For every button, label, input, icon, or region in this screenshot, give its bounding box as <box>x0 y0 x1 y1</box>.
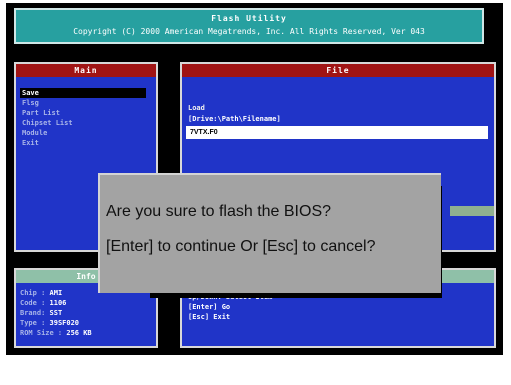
info-value: 39SF020 <box>49 319 80 327</box>
info-value: 1106 <box>49 299 67 307</box>
filename-input[interactable] <box>186 126 488 139</box>
dialog-question: Are you sure to flash the BIOS? <box>106 203 332 220</box>
key-help-enter: [Enter] Go <box>188 303 231 311</box>
main-panel-title: Main <box>16 64 156 77</box>
info-key: Type : <box>20 319 50 327</box>
info-list: Chip : AMI Code : 1106 Brand: SST Type :… <box>20 288 92 338</box>
info-value: SST <box>49 309 63 317</box>
main-menu: Save Flsg Part List Chipset List Module … <box>20 88 146 148</box>
menu-item-flsg[interactable]: Flsg <box>20 98 146 108</box>
info-key: Brand: <box>20 309 50 317</box>
menu-item-exit[interactable]: Exit <box>20 138 146 148</box>
info-row-brand: Brand: SST <box>20 308 92 318</box>
info-value: AMI <box>49 289 63 297</box>
info-key: ROM Size : <box>20 329 67 337</box>
menu-item-module[interactable]: Module <box>20 128 146 138</box>
info-row-chip: Chip : AMI <box>20 288 92 298</box>
menu-item-part-list[interactable]: Part List <box>20 108 146 118</box>
file-load-label: Load <box>188 104 205 112</box>
dialog-instructions: [Enter] to continue Or [Esc] to cancel? <box>106 238 376 255</box>
menu-item-save[interactable]: Save <box>20 88 146 98</box>
menu-item-chipset-list[interactable]: Chipset List <box>20 118 146 128</box>
key-help-esc: [Esc] Exit <box>188 313 231 321</box>
header-banner: Flash Utility Copyright (C) 2000 America… <box>14 8 484 44</box>
progress-strip <box>450 206 494 216</box>
app-title: Flash Utility <box>211 14 287 23</box>
info-row-type: Type : 39SF020 <box>20 318 92 328</box>
copyright-text: Copyright (C) 2000 American Megatrends, … <box>73 27 425 36</box>
file-path-hint: [Drive:\Path\Filename] <box>188 115 281 123</box>
file-panel-title: File <box>182 64 494 77</box>
info-key: Chip : <box>20 289 50 297</box>
info-key: Code : <box>20 299 50 307</box>
info-value: 256 KB <box>66 329 92 337</box>
info-row-rom-size: ROM Size : 256 KB <box>20 328 92 338</box>
info-row-code: Code : 1106 <box>20 298 92 308</box>
confirm-flash-dialog[interactable]: Are you sure to flash the BIOS? [Enter] … <box>98 173 441 293</box>
